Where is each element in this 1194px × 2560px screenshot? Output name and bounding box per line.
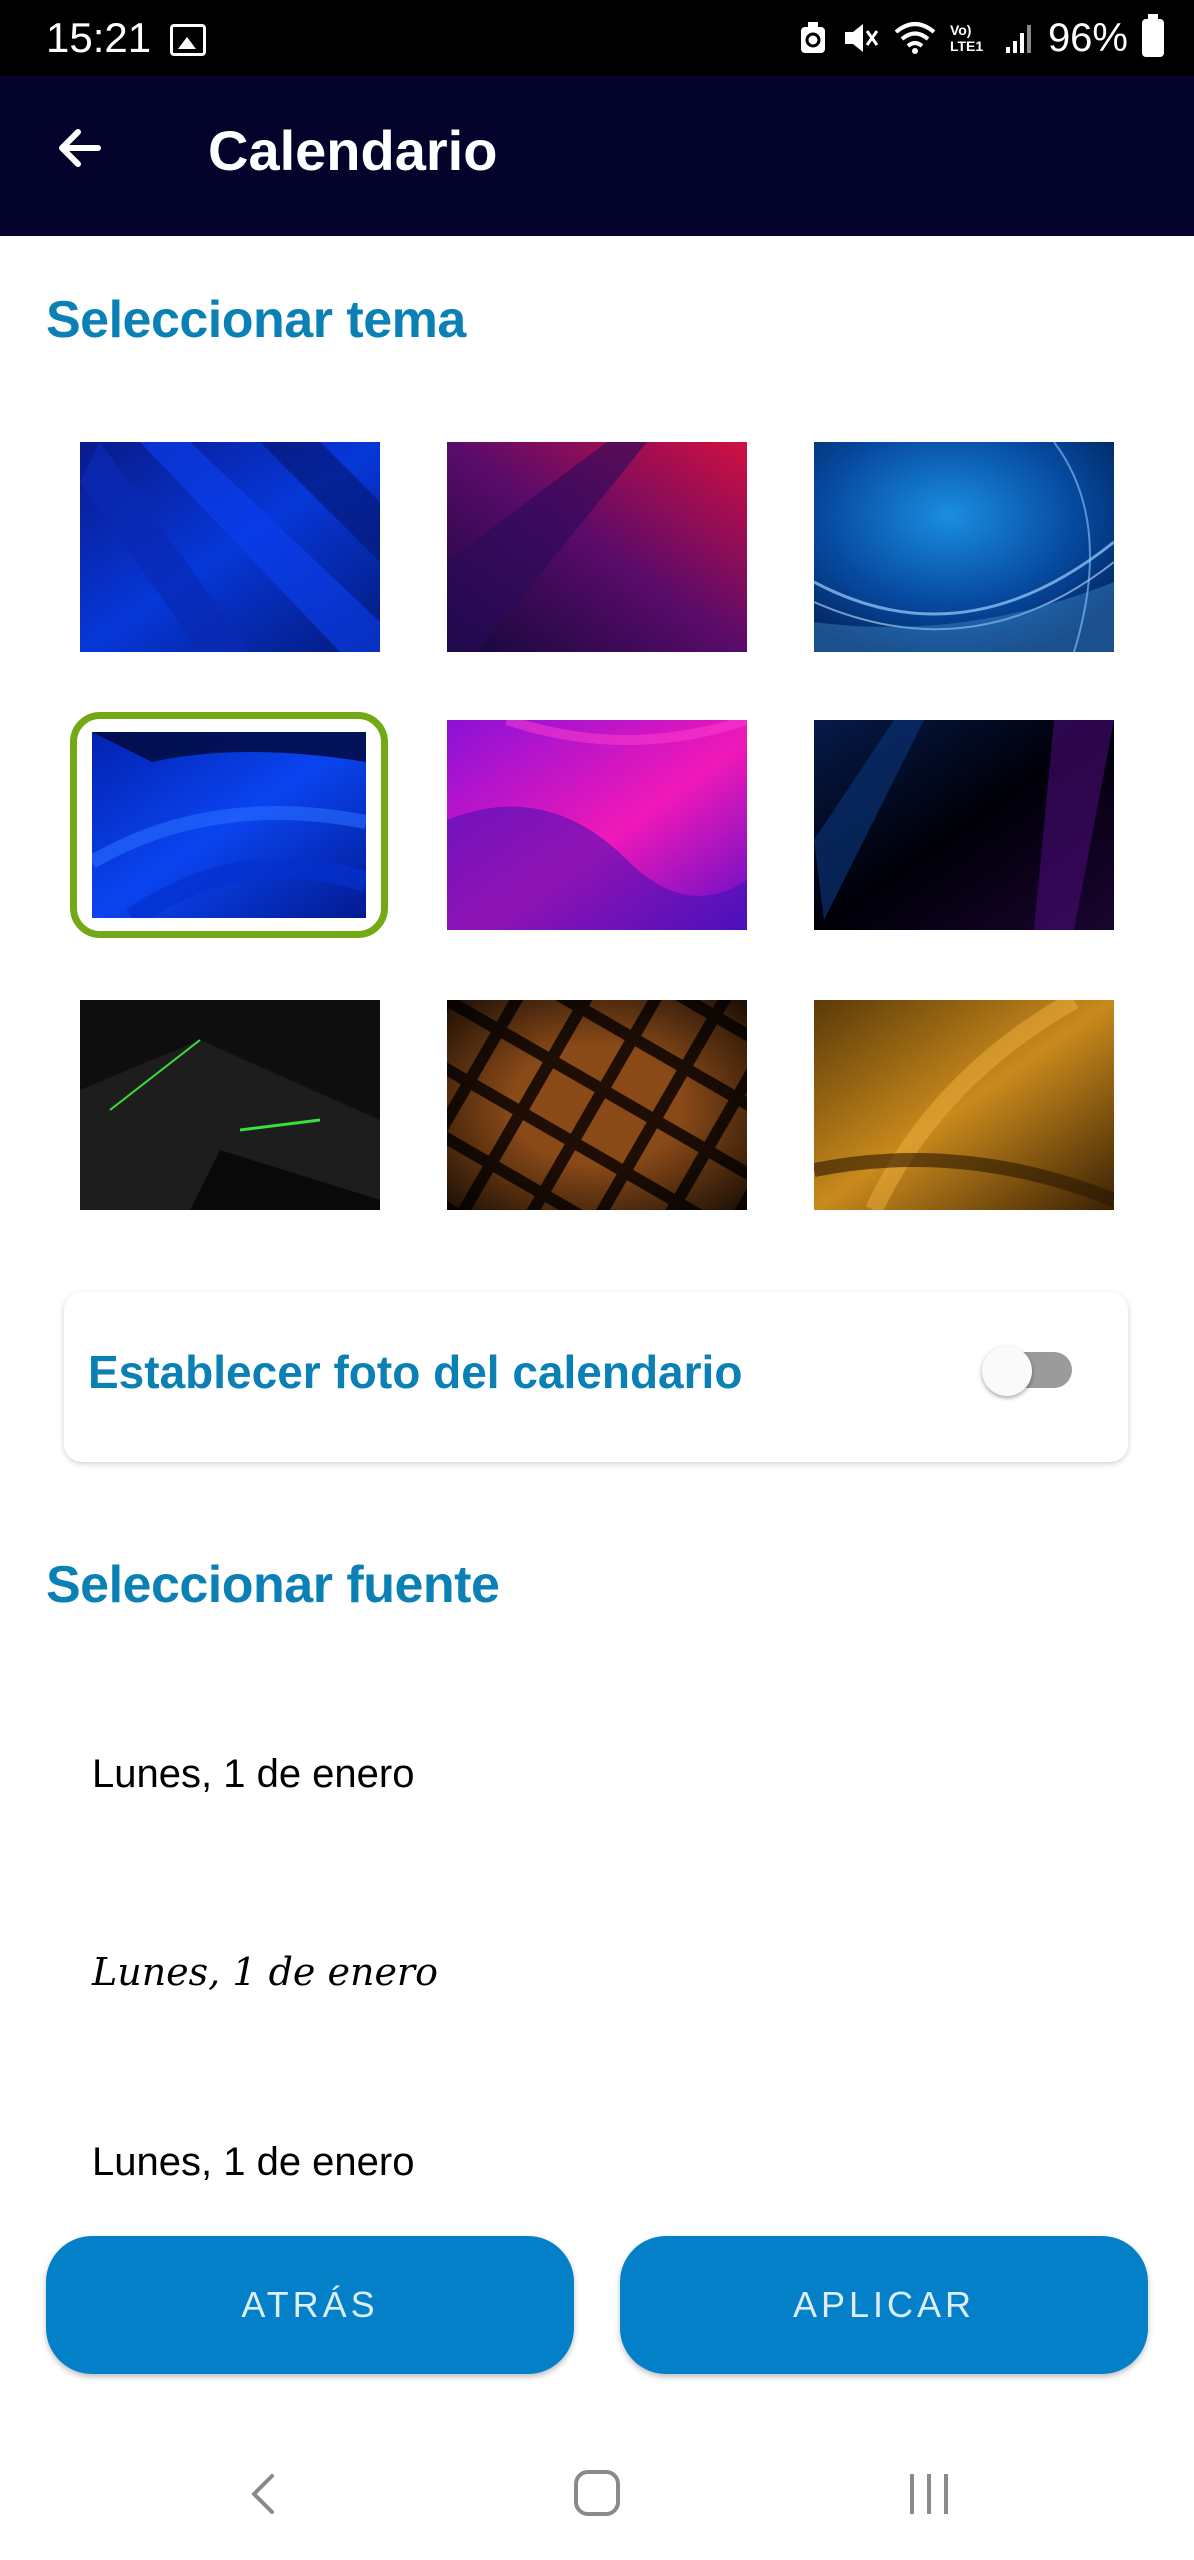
calendar-photo-label: Establecer foto del calendario (88, 1346, 743, 1398)
theme-option-1[interactable] (80, 442, 380, 652)
theme-option-9[interactable] (814, 1000, 1114, 1210)
app-bar (0, 76, 1194, 236)
font-option-3[interactable]: Lunes, 1 de enero (92, 2140, 414, 2185)
theme-section-title: Seleccionar tema (46, 291, 466, 349)
theme-option-7[interactable] (80, 1000, 380, 1210)
back-button[interactable]: ATRÁS (46, 2236, 574, 2374)
font-section-title: Seleccionar fuente (46, 1556, 500, 1614)
network-label: Vo) LTE1 (949, 22, 984, 54)
theme-option-2[interactable] (447, 442, 747, 652)
nav-back-icon[interactable] (244, 2472, 284, 2516)
gallery-icon (170, 24, 206, 56)
battery-icon (1142, 14, 1164, 57)
wifi-icon (894, 22, 936, 54)
nav-home-icon[interactable] (574, 2470, 620, 2516)
theme-option-8[interactable] (447, 1000, 747, 1210)
theme-option-3[interactable] (814, 442, 1114, 652)
theme-option-4[interactable] (92, 732, 366, 918)
theme-option-6[interactable] (814, 720, 1114, 930)
signal-icon (1005, 25, 1031, 53)
status-icons: Vo) LTE1 96% (798, 10, 1164, 66)
font-option-2[interactable]: Lunes, 1 de enero (92, 1950, 438, 1994)
font-option-1[interactable]: Lunes, 1 de enero (92, 1752, 414, 1797)
battery-percent: 96% (1047, 15, 1128, 60)
nav-recents-icon[interactable] (906, 2470, 952, 2518)
mute-icon (844, 24, 879, 52)
page-title: Calendario (208, 119, 498, 182)
status-time: 15:21 (46, 14, 152, 61)
apply-button[interactable]: APLICAR (620, 2236, 1148, 2374)
recycle-icon (800, 22, 825, 53)
arrow-left-icon[interactable] (52, 120, 108, 176)
theme-option-5[interactable] (447, 720, 747, 930)
toggle-thumb[interactable] (982, 1346, 1032, 1396)
